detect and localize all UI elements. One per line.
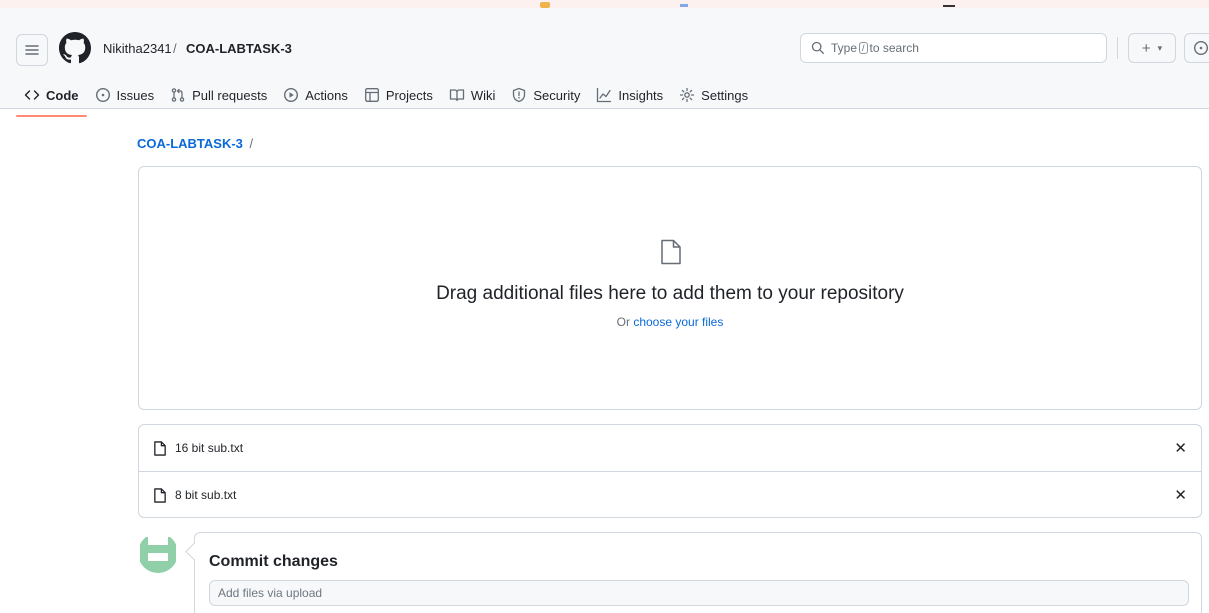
- shield-icon: [513, 87, 526, 103]
- header-divider: [1117, 37, 1118, 59]
- list-item: 16 bit sub.txt ✕: [139, 425, 1201, 471]
- issue-icon: [95, 87, 110, 103]
- tab-insights[interactable]: Insights: [588, 74, 671, 116]
- tab-settings[interactable]: Settings: [671, 74, 756, 116]
- avatar[interactable]: [138, 533, 178, 573]
- tab-security[interactable]: Security: [503, 74, 588, 116]
- search-icon: [811, 41, 824, 54]
- drop-zone-title: Drag additional files here to add them t…: [436, 283, 904, 304]
- file-icon: [154, 440, 166, 456]
- code-icon: [24, 90, 40, 100]
- commit-title: Commit changes: [209, 553, 338, 570]
- search-shortcut-key: /: [859, 42, 868, 54]
- file-drop-zone[interactable]: Drag additional files here to add them t…: [138, 166, 1202, 410]
- tab-label: Insights: [618, 87, 664, 103]
- search-placeholder-prefix: Type: [831, 41, 858, 55]
- repo-name-link[interactable]: COA-LABTASK-3: [186, 41, 292, 56]
- file-icon: [661, 239, 681, 265]
- tab-pull-requests[interactable]: Pull requests: [162, 74, 275, 116]
- repo-nav-tabs: Code Issues Pull requests Actions Projec…: [16, 74, 756, 117]
- tab-label: Pull requests: [192, 87, 268, 103]
- repo-owner-link[interactable]: Nikitha2341: [103, 41, 172, 56]
- chevron-down-icon: ▾: [1157, 42, 1163, 53]
- uploaded-file-list: 16 bit sub.txt ✕ 8 bit sub.txt ✕: [138, 424, 1202, 518]
- search-placeholder-suffix: to search: [869, 41, 919, 55]
- drop-zone-or-text: Or: [616, 315, 630, 329]
- browser-top-strip: [0, 0, 1209, 8]
- tab-label: Projects: [385, 87, 433, 103]
- pull-request-icon: [171, 88, 185, 102]
- issues-shortcut-button[interactable]: [1184, 33, 1209, 63]
- remove-file-close-icon[interactable]: ✕: [1174, 439, 1187, 457]
- window-control-fragment: [943, 5, 955, 7]
- identicon-icon: [138, 533, 178, 573]
- file-name: 16 bit sub.txt: [175, 441, 244, 455]
- book-icon: [449, 89, 464, 102]
- tab-actions[interactable]: Actions: [275, 74, 356, 116]
- search-input[interactable]: Type / to search: [800, 33, 1107, 63]
- plus-icon: +: [1141, 39, 1151, 57]
- drop-zone-subtitle: Or choose your files: [139, 315, 1201, 329]
- hamburger-icon: [25, 45, 39, 55]
- github-logo-icon[interactable]: [59, 32, 91, 64]
- file-name: 8 bit sub.txt: [175, 488, 237, 502]
- remove-file-close-icon[interactable]: ✕: [1174, 486, 1187, 504]
- tab-projects[interactable]: Projects: [356, 74, 441, 116]
- tab-label: Wiki: [470, 87, 496, 103]
- commit-changes-panel: Commit changes: [194, 532, 1202, 613]
- menu-button[interactable]: [16, 34, 48, 66]
- gear-icon: [680, 87, 695, 103]
- table-icon: [364, 88, 379, 102]
- file-icon: [154, 487, 166, 503]
- tab-label: Code: [46, 87, 79, 103]
- tab-label: Issues: [116, 87, 155, 103]
- breadcrumb-repo-link[interactable]: COA-LABTASK-3: [137, 136, 243, 151]
- tab-issues[interactable]: Issues: [87, 74, 163, 116]
- breadcrumb-separator: /: [249, 136, 254, 151]
- graph-icon: [597, 87, 612, 103]
- tab-wiki[interactable]: Wiki: [441, 74, 504, 116]
- list-item: 8 bit sub.txt ✕: [139, 471, 1201, 517]
- play-icon: [284, 87, 299, 103]
- choose-files-link[interactable]: choose your files: [633, 315, 723, 329]
- breadcrumb: COA-LABTASK-3 /: [137, 136, 253, 151]
- tab-label: Actions: [305, 87, 348, 103]
- repo-header: Nikitha2341 / COA-LABTASK-3 Type / to se…: [0, 8, 1209, 117]
- tab-code[interactable]: Code: [16, 74, 87, 117]
- create-new-button[interactable]: + ▾: [1128, 33, 1176, 63]
- tab-label: Settings: [701, 87, 749, 103]
- breadcrumb-separator: /: [173, 41, 177, 56]
- issue-icon: [1193, 40, 1209, 56]
- tab-label: Security: [533, 87, 581, 103]
- commit-message-input[interactable]: [209, 580, 1189, 606]
- tab-fragment: [680, 4, 688, 7]
